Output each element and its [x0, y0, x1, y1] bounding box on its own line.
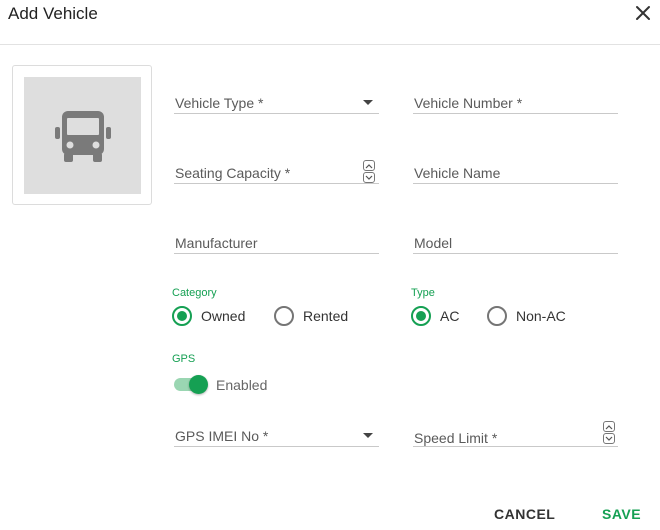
radio-rented-label: Rented [303, 308, 349, 324]
vehicle-name-field[interactable]: Vehicle Name [413, 158, 618, 184]
dropdown-arrow-icon [363, 433, 373, 438]
vehicle-number-field[interactable]: Vehicle Number * [413, 88, 618, 114]
manufacturer-label: Manufacturer [175, 235, 258, 251]
model-field[interactable]: Model [413, 228, 618, 254]
close-icon[interactable] [634, 4, 652, 22]
vehicle-name-label: Vehicle Name [414, 165, 501, 181]
type-radio-ac[interactable]: AC [411, 306, 459, 326]
dropdown-arrow-icon [363, 100, 373, 105]
seating-capacity-label: Seating Capacity * [175, 165, 291, 181]
speed-limit-stepper[interactable] [603, 421, 615, 445]
vehicle-number-label: Vehicle Number * [414, 95, 523, 111]
bus-icon [54, 110, 111, 162]
vehicle-type-select[interactable]: Vehicle Type * [174, 88, 379, 114]
speed-limit-field[interactable]: Speed Limit * [413, 421, 618, 447]
gps-toggle-label: Enabled [216, 377, 268, 393]
type-label: Type [411, 287, 435, 299]
gps-label: GPS [172, 353, 196, 365]
dialog-title: Add Vehicle [8, 4, 98, 23]
gps-toggle[interactable] [172, 375, 210, 394]
seating-capacity-stepper[interactable] [363, 160, 375, 184]
vehicle-type-label: Vehicle Type * [175, 95, 264, 111]
type-radio-non-ac[interactable]: Non-AC [487, 306, 566, 326]
radio-unchecked-icon [274, 306, 294, 326]
radio-owned-label: Owned [201, 308, 246, 324]
dialog-header: Add Vehicle [0, 0, 660, 45]
gps-imei-select[interactable]: GPS IMEI No * [174, 421, 379, 447]
chevron-up-icon[interactable] [363, 160, 375, 171]
radio-checked-icon [172, 306, 192, 326]
radio-unchecked-icon [487, 306, 507, 326]
speed-limit-label: Speed Limit * [414, 430, 498, 446]
chevron-down-icon[interactable] [363, 172, 375, 183]
chevron-down-icon[interactable] [603, 433, 615, 444]
chevron-up-icon[interactable] [603, 421, 615, 432]
radio-ac-label: AC [440, 308, 460, 324]
save-button[interactable]: SAVE [602, 506, 641, 522]
radio-non-ac-label: Non-AC [516, 308, 566, 324]
category-radio-rented[interactable]: Rented [274, 306, 348, 326]
category-label: Category [172, 287, 217, 299]
seating-capacity-field[interactable]: Seating Capacity * [174, 158, 379, 184]
vehicle-photo-placeholder [24, 77, 141, 194]
category-radio-owned[interactable]: Owned [172, 306, 245, 326]
cancel-button[interactable]: CANCEL [494, 506, 555, 522]
vehicle-photo-card[interactable] [12, 65, 152, 205]
toggle-thumb [189, 375, 208, 394]
radio-checked-icon [411, 306, 431, 326]
manufacturer-field[interactable]: Manufacturer [174, 228, 379, 254]
model-label: Model [414, 235, 453, 251]
gps-imei-label: GPS IMEI No * [175, 428, 269, 444]
